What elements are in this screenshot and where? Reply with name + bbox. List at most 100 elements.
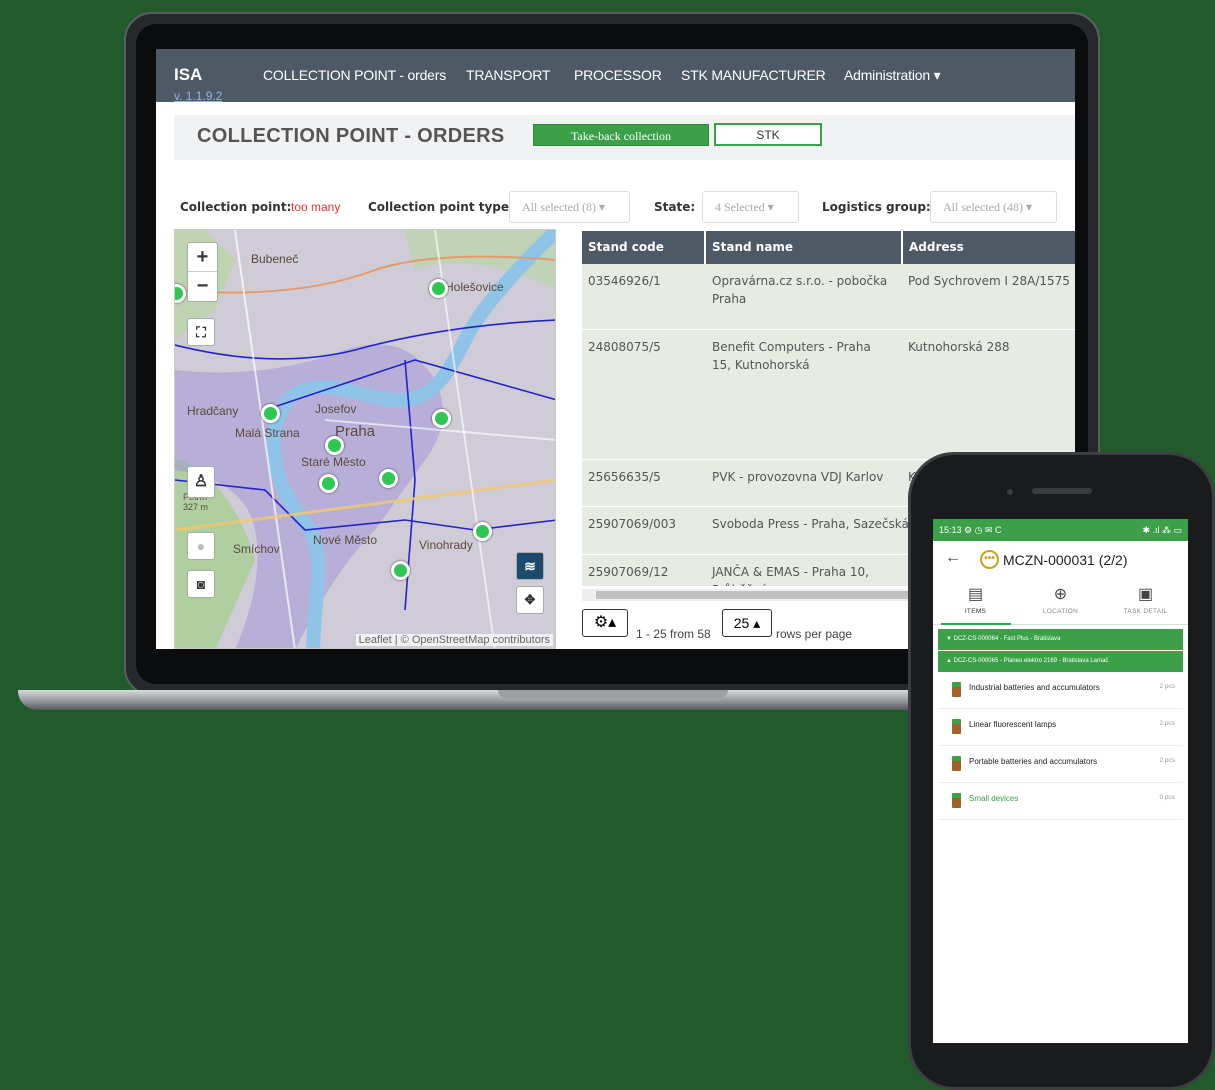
status-bar: 15:13 ⚙ ◷ ✉ C ✱ .ıl ⁂ ▭ bbox=[933, 519, 1188, 541]
map-label: Praha bbox=[335, 423, 376, 440]
cell-stand-name: PVK - provozovna VDJ Karlov bbox=[712, 470, 884, 484]
map-marker[interactable] bbox=[473, 522, 492, 541]
collection-point-type-select[interactable]: All selected (8) ▾ bbox=[509, 191, 630, 223]
app-logo[interactable]: ISA bbox=[174, 65, 202, 85]
battery-bin-icon bbox=[952, 682, 961, 697]
rows-per-page-label: rows per page bbox=[776, 627, 853, 641]
zoom-out-button[interactable]: − bbox=[188, 272, 217, 300]
task-detail-icon: ▣ bbox=[1137, 586, 1154, 603]
item-quantity: 2 pcs bbox=[1159, 757, 1175, 764]
stk-button[interactable]: STK bbox=[714, 123, 822, 146]
phone-camera bbox=[1007, 489, 1013, 495]
app-version-link[interactable]: v. 1.1.9.2 bbox=[174, 89, 222, 103]
collection-point-type-label: Collection point type: bbox=[368, 200, 514, 214]
map-label: Holešovice bbox=[445, 280, 504, 294]
fullscreen-icon[interactable]: ⛶ bbox=[187, 318, 215, 346]
column-header-stand-code[interactable]: Stand code bbox=[582, 231, 705, 264]
list-item[interactable]: Small devices 0 pcs bbox=[938, 783, 1183, 820]
tab-location[interactable]: ⊕ LOCATION bbox=[1018, 581, 1103, 625]
cell-address: Kutnohorská 288 bbox=[908, 340, 1010, 354]
state-select[interactable]: 4 Selected ▾ bbox=[702, 191, 799, 223]
cell-stand-name: Opravárna.cz s.r.o. - pobočka Praha bbox=[712, 274, 888, 306]
table-row[interactable]: 03546926/1 Opravárna.cz s.r.o. - pobočka… bbox=[582, 264, 1075, 330]
tab-label: TASK DETAIL bbox=[1123, 608, 1168, 615]
zoom-in-button[interactable]: + bbox=[188, 243, 217, 272]
group-header[interactable]: ▲ DCZ-CS-000065 - Planeo elektro 2169 - … bbox=[938, 651, 1183, 672]
move-icon[interactable]: ✥ bbox=[516, 586, 544, 614]
top-navbar: ISA v. 1.1.9.2 COLLECTION POINT - orders… bbox=[156, 49, 1075, 103]
logistics-group-select[interactable]: All selected (48) ▾ bbox=[930, 191, 1057, 223]
phone-speaker bbox=[1032, 488, 1092, 494]
item-quantity: 2 pcs bbox=[1159, 683, 1175, 690]
tab-task-detail[interactable]: ▣ TASK DETAIL bbox=[1103, 581, 1188, 625]
map-attribution[interactable]: Leaflet | © OpenStreetMap contributors bbox=[355, 634, 553, 646]
map-label: Smíchov bbox=[233, 542, 280, 556]
table-row[interactable]: 24808075/5 Benefit Computers - Praha 15,… bbox=[582, 330, 1075, 460]
tab-label: ITEMS bbox=[964, 608, 987, 615]
map-marker[interactable] bbox=[432, 409, 451, 428]
nav-collection-point[interactable]: COLLECTION POINT - orders bbox=[263, 67, 446, 83]
laptop-notch bbox=[498, 690, 728, 698]
pagination-range: 1 - 25 from 58 bbox=[636, 627, 711, 641]
column-header-address[interactable]: Address bbox=[903, 231, 1075, 264]
map[interactable]: Bubeneč Holešovice Hradčany Malá Strana … bbox=[174, 229, 556, 649]
scrollbar-thumb[interactable] bbox=[596, 591, 922, 599]
status-dots-icon: ••• bbox=[980, 550, 999, 569]
map-label: Vinohrady bbox=[419, 538, 473, 552]
map-marker[interactable] bbox=[379, 469, 398, 488]
page-size-select[interactable]: 25 ▴ bbox=[722, 609, 772, 637]
column-header-stand-name[interactable]: Stand name bbox=[706, 231, 902, 264]
map-marker[interactable] bbox=[261, 404, 280, 423]
group-header[interactable]: ▼ DCZ-CS-000064 - Fast Plus - Bratislava bbox=[938, 629, 1183, 650]
pagination: ⚙▴ 1 - 25 from 58 25 ▴ rows per page bbox=[582, 607, 912, 647]
items-icon: ▤ bbox=[967, 586, 984, 603]
tab-items[interactable]: ▤ ITEMS bbox=[933, 581, 1018, 625]
gear-icon[interactable]: ⚙▴ bbox=[582, 609, 628, 637]
phone-screen: 15:13 ⚙ ◷ ✉ C ✱ .ıl ⁂ ▭ ← ••• MCZN-00003… bbox=[933, 519, 1188, 1043]
list-item[interactable]: Linear fluorescent lamps 2 pcs bbox=[938, 709, 1183, 746]
list-item[interactable]: Portable batteries and accumulators 2 pc… bbox=[938, 746, 1183, 783]
cell-stand-code: 25907069/003 bbox=[588, 517, 677, 531]
locate-icon[interactable]: ● bbox=[187, 532, 215, 560]
item-quantity: 0 pcs bbox=[1159, 794, 1175, 801]
street-view-icon[interactable]: ♙ bbox=[187, 466, 215, 498]
cell-stand-name: JANČA & EMAS - Praha 10, Průběžná bbox=[712, 565, 869, 586]
map-label: Malá Strana bbox=[235, 426, 300, 440]
nav-processor[interactable]: PROCESSOR bbox=[574, 67, 662, 83]
nav-transport[interactable]: TRANSPORT bbox=[466, 67, 550, 83]
cell-stand-name: Benefit Computers - Praha 15, Kutnohorsk… bbox=[712, 340, 871, 372]
nav-stk-manufacturer[interactable]: STK MANUFACTURER bbox=[681, 67, 826, 83]
item-name: Portable batteries and accumulators bbox=[969, 757, 1098, 766]
map-label: Hradčany bbox=[187, 404, 239, 418]
map-label: Nové Město bbox=[313, 533, 378, 547]
tab-label: LOCATION bbox=[1042, 608, 1079, 615]
take-back-collection-button[interactable]: Take-back collection bbox=[533, 124, 709, 146]
cell-stand-code: 25907069/12 bbox=[588, 565, 669, 579]
list-item[interactable]: Industrial batteries and accumulators 2 … bbox=[938, 672, 1183, 709]
horizontal-scrollbar[interactable] bbox=[582, 589, 922, 601]
location-icon: ⊕ bbox=[1053, 586, 1068, 603]
camera-icon[interactable]: ◙ bbox=[187, 570, 215, 598]
app-bar: ← ••• MCZN-000031 (2/2) bbox=[933, 541, 1188, 581]
nav-administration-dropdown[interactable]: Administration ▾ bbox=[844, 67, 941, 84]
item-quantity: 2 pcs bbox=[1159, 720, 1175, 727]
map-marker[interactable] bbox=[391, 561, 410, 580]
tab-bar: ▤ ITEMS ⊕ LOCATION ▣ TASK DETAIL bbox=[933, 581, 1188, 625]
map-marker[interactable] bbox=[325, 436, 344, 455]
layers-icon[interactable]: ≋ bbox=[516, 552, 544, 580]
battery-bin-icon bbox=[952, 719, 961, 734]
map-marker[interactable] bbox=[319, 474, 338, 493]
status-time: 15:13 ⚙ ◷ ✉ C bbox=[939, 525, 1002, 535]
collection-point-value[interactable]: too many bbox=[291, 200, 340, 214]
map-zoom-control: + − bbox=[187, 242, 218, 302]
map-marker[interactable] bbox=[429, 279, 448, 298]
page-header: COLLECTION POINT - ORDERS Take-back coll… bbox=[174, 115, 1075, 160]
status-icons: ✱ .ıl ⁂ ▭ bbox=[1142, 525, 1182, 535]
back-arrow-icon[interactable]: ← bbox=[945, 549, 961, 567]
item-name: Linear fluorescent lamps bbox=[969, 720, 1057, 729]
cell-stand-code: 03546926/1 bbox=[588, 274, 661, 288]
battery-bin-icon bbox=[952, 756, 961, 771]
cell-address: Pod Sychrovem I 28A/1575 bbox=[908, 274, 1070, 288]
state-label: State: bbox=[654, 200, 696, 214]
cell-stand-code: 25656635/5 bbox=[588, 470, 661, 484]
